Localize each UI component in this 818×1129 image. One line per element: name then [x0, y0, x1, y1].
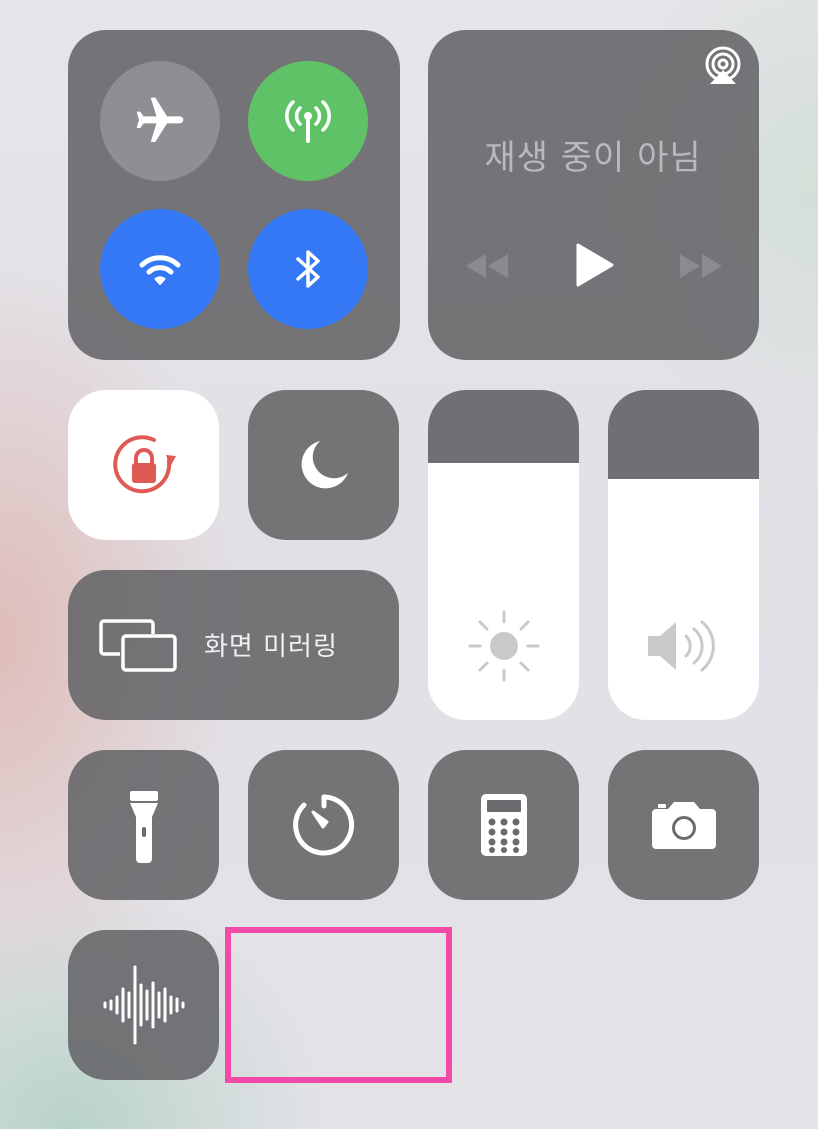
wifi-toggle[interactable] [100, 209, 220, 329]
highlighted-empty-slot[interactable] [225, 927, 452, 1083]
timer-button[interactable] [248, 750, 399, 900]
bluetooth-icon [296, 250, 320, 288]
speaker-icon [648, 620, 715, 672]
screen-mirroring-icon [99, 619, 177, 672]
volume-slider-track [608, 390, 759, 480]
play-icon[interactable] [575, 242, 615, 288]
moon-icon [301, 441, 348, 489]
flashlight-icon [129, 791, 158, 863]
sun-icon [468, 610, 540, 682]
do-not-disturb-toggle[interactable] [248, 390, 399, 540]
airplane-mode-toggle[interactable] [100, 61, 220, 181]
screen-mirroring-button[interactable]: 화면 미러링 [68, 570, 399, 720]
waveform-icon [103, 965, 184, 1045]
calculator-icon [480, 794, 527, 856]
voice-memos-button[interactable] [68, 930, 219, 1080]
volume-slider[interactable] [608, 390, 759, 720]
camera-button[interactable] [608, 750, 759, 900]
brightness-slider-track [428, 390, 579, 463]
wifi-icon [139, 255, 181, 285]
fast-forward-icon[interactable] [678, 252, 724, 280]
camera-icon [651, 802, 716, 849]
cellular-antenna-icon [285, 100, 331, 143]
now-playing-title: 재생 중이 아님 [484, 138, 702, 178]
calculator-button[interactable] [428, 750, 579, 900]
orientation-lock-icon [112, 435, 176, 494]
airplane-icon [136, 97, 184, 142]
now-playing-module[interactable]: 재생 중이 아님 [428, 30, 759, 360]
connectivity-module [68, 30, 400, 360]
cellular-data-toggle[interactable] [248, 61, 368, 181]
orientation-lock-toggle[interactable] [68, 390, 219, 540]
timer-icon [292, 794, 354, 856]
airplay-icon[interactable] [702, 44, 744, 86]
bluetooth-toggle[interactable] [248, 209, 368, 329]
screen-mirroring-label: 화면 미러링 [204, 632, 338, 662]
rewind-icon[interactable] [464, 252, 510, 280]
flashlight-button[interactable] [68, 750, 219, 900]
brightness-slider[interactable] [428, 390, 579, 720]
